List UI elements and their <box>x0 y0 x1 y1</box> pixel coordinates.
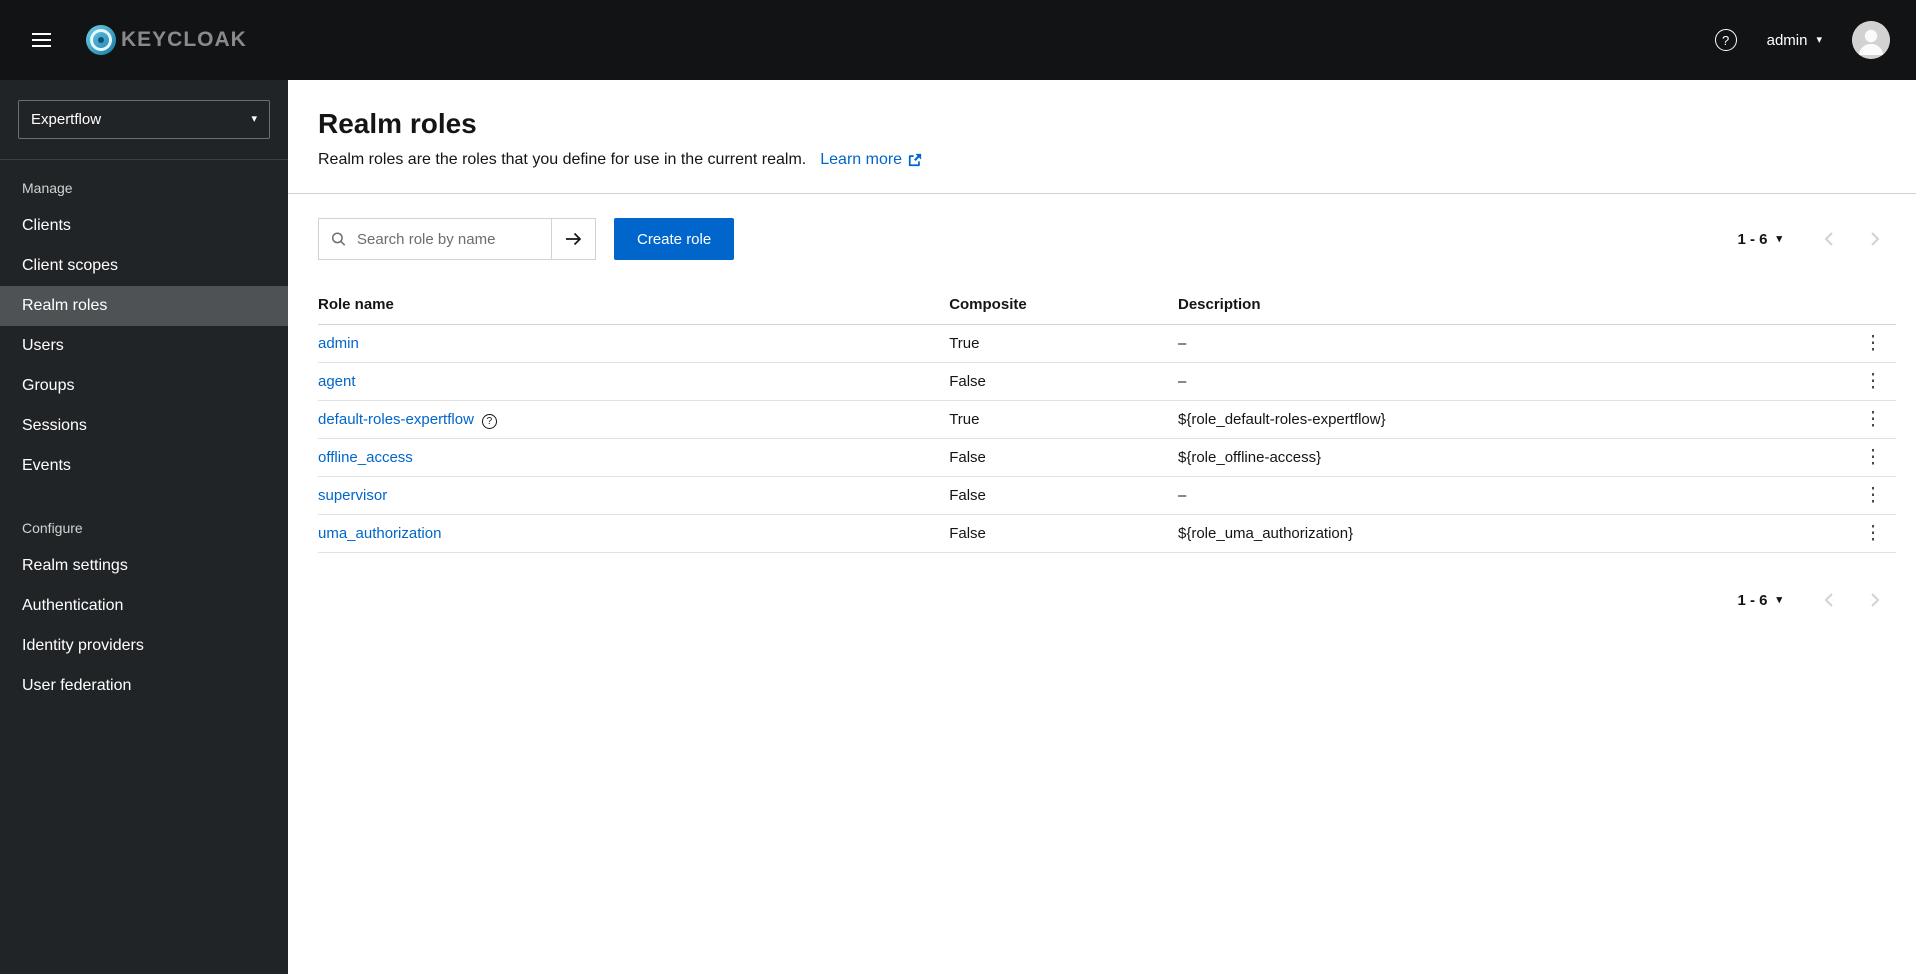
pagination-range: 1 - 6 <box>1737 591 1768 609</box>
description-cell: ${role_default-roles-expertflow} <box>1177 411 1386 428</box>
kebab-icon: ⋮ <box>1863 447 1883 468</box>
column-header-description: Description <box>1177 296 1261 313</box>
sidebar-item-events[interactable]: Events <box>0 446 288 486</box>
page-description: Realm roles are the roles that you defin… <box>318 151 807 168</box>
role-link[interactable]: offline_access <box>318 449 413 466</box>
composite-cell: False <box>949 449 986 466</box>
pagination-range: 1 - 6 <box>1737 230 1768 248</box>
search-icon <box>331 232 346 247</box>
table-row: uma_authorization False ${role_uma_autho… <box>318 515 1896 553</box>
composite-cell: False <box>949 373 986 390</box>
kebab-menu-button[interactable]: ⋮ <box>1856 406 1891 433</box>
brand-text: KEYCLOAK <box>121 28 247 51</box>
user-menu[interactable]: admin ▾ <box>1767 32 1822 49</box>
avatar[interactable] <box>1852 21 1890 59</box>
kebab-icon: ⋮ <box>1863 333 1883 354</box>
description-cell: ${role_offline-access} <box>1177 449 1322 466</box>
search-submit-button[interactable] <box>551 218 596 260</box>
kebab-icon: ⋮ <box>1863 485 1883 506</box>
description-cell: – <box>1177 487 1187 504</box>
learn-more-link[interactable]: Learn more <box>820 151 922 169</box>
column-header-role-name: Role name <box>318 296 394 313</box>
kebab-icon: ⋮ <box>1863 409 1883 430</box>
chevron-down-icon: ▾ <box>1776 232 1782 245</box>
learn-more-label: Learn more <box>820 151 903 168</box>
kebab-menu-button[interactable]: ⋮ <box>1856 444 1891 471</box>
chevron-down-icon: ▾ <box>1816 33 1822 46</box>
description-cell: – <box>1177 373 1187 390</box>
previous-page-button[interactable] <box>1808 218 1852 260</box>
keycloak-logo[interactable]: KEYCLOAK <box>85 24 247 56</box>
next-page-button[interactable] <box>1852 218 1896 260</box>
table-row: offline_access False ${role_offline-acce… <box>318 439 1896 477</box>
sidebar-item-realm-settings[interactable]: Realm settings <box>0 546 288 586</box>
sidebar: Expertflow ▾ Manage Clients Client scope… <box>0 80 288 974</box>
menu-icon[interactable] <box>26 23 57 57</box>
kebab-icon: ⋮ <box>1863 523 1883 544</box>
composite-cell: False <box>949 525 986 542</box>
sidebar-item-realm-roles[interactable]: Realm roles <box>0 286 288 326</box>
role-link[interactable]: supervisor <box>318 487 387 504</box>
sidebar-item-users[interactable]: Users <box>0 326 288 366</box>
chevron-down-icon: ▾ <box>1776 593 1782 606</box>
composite-cell: True <box>949 411 980 428</box>
pagination-bottom: 1 - 6 ▾ <box>1737 579 1896 621</box>
table-row: agent False – ⋮ <box>318 363 1896 401</box>
help-icon[interactable]: ? <box>1714 29 1737 51</box>
help-icon[interactable]: ? <box>481 413 497 429</box>
role-link[interactable]: uma_authorization <box>318 525 441 542</box>
description-cell: ${role_uma_authorization} <box>1177 525 1354 542</box>
user-name: admin <box>1766 31 1808 49</box>
description-cell: – <box>1177 335 1187 352</box>
sidebar-item-authentication[interactable]: Authentication <box>0 586 288 626</box>
kebab-menu-button[interactable]: ⋮ <box>1856 520 1891 547</box>
column-header-composite: Composite <box>949 296 1027 313</box>
roles-table: Role name Composite Description admin Tr… <box>288 280 1916 553</box>
kebab-menu-button[interactable]: ⋮ <box>1856 368 1891 395</box>
composite-cell: False <box>949 487 986 504</box>
main-content: Realm roles Realm roles are the roles th… <box>288 80 1916 974</box>
table-row: default-roles-expertflow? True ${role_de… <box>318 401 1896 439</box>
sidebar-item-user-federation[interactable]: User federation <box>0 666 288 706</box>
external-link-icon <box>908 153 922 167</box>
sidebar-item-sessions[interactable]: Sessions <box>0 406 288 446</box>
role-link[interactable]: agent <box>318 373 356 390</box>
kebab-menu-button[interactable]: ⋮ <box>1856 482 1891 509</box>
sidebar-item-clients[interactable]: Clients <box>0 206 288 246</box>
arrow-right-icon <box>565 232 582 246</box>
composite-cell: True <box>949 335 980 352</box>
next-page-button[interactable] <box>1852 579 1896 621</box>
table-header-row: Role name Composite Description <box>318 280 1896 325</box>
kebab-icon: ⋮ <box>1863 371 1883 392</box>
masthead: KEYCLOAK ? admin ▾ <box>0 0 1916 80</box>
kebab-menu-button[interactable]: ⋮ <box>1856 330 1891 357</box>
nav-section-configure: Configure <box>22 520 83 536</box>
table-row: supervisor False – ⋮ <box>318 477 1896 515</box>
sidebar-item-client-scopes[interactable]: Client scopes <box>0 246 288 286</box>
pagination-range-dropdown[interactable]: 1 - 6 ▾ <box>1737 231 1782 248</box>
chevron-down-icon: ▾ <box>251 113 257 125</box>
nav-section-manage: Manage <box>22 180 73 196</box>
search-input[interactable] <box>318 218 552 260</box>
pagination-top: 1 - 6 ▾ <box>1737 218 1896 260</box>
previous-page-button[interactable] <box>1808 579 1852 621</box>
realm-name: Expertflow <box>31 111 102 128</box>
page-title: Realm roles <box>318 108 477 139</box>
role-link[interactable]: default-roles-expertflow <box>318 411 474 428</box>
role-link[interactable]: admin <box>318 335 359 352</box>
sidebar-item-identity-providers[interactable]: Identity providers <box>0 626 288 666</box>
realm-selector[interactable]: Expertflow ▾ <box>18 100 270 139</box>
keycloak-emblem-icon <box>85 24 117 56</box>
pagination-range-dropdown[interactable]: 1 - 6 ▾ <box>1737 592 1782 609</box>
table-row: admin True – ⋮ <box>318 325 1896 363</box>
create-role-button[interactable]: Create role <box>614 218 735 260</box>
sidebar-item-groups[interactable]: Groups <box>0 366 288 406</box>
